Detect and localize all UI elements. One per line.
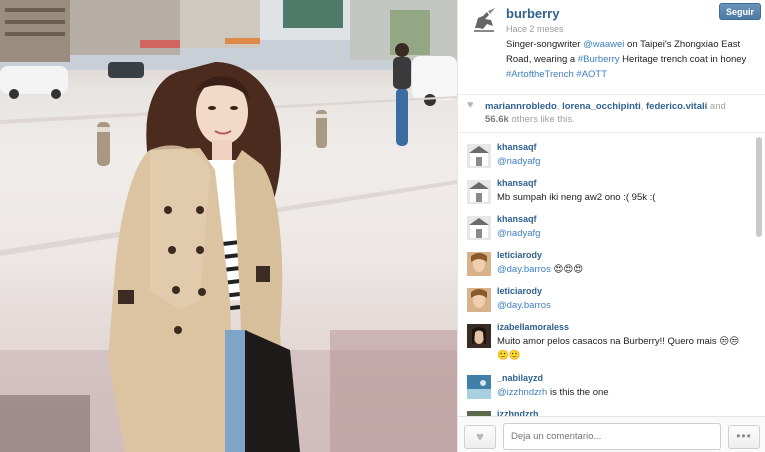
user-avatar[interactable]	[467, 324, 491, 348]
caption-hashtag-link[interactable]: #AOTT	[576, 69, 607, 80]
comment-username[interactable]: leticiarody	[497, 286, 542, 296]
comment-username[interactable]: izzhndzrh	[497, 409, 539, 416]
comment-body: 😍😍😍	[550, 264, 584, 275]
post-photo[interactable]	[0, 0, 457, 452]
comment-username[interactable]: leticiarody	[497, 250, 542, 260]
comment-text: @nadyafg	[497, 227, 747, 241]
comment-mention[interactable]: @day.barros	[497, 264, 551, 275]
follow-button[interactable]: Seguir	[719, 3, 761, 20]
comment-text: @izzhndzrh is this the one	[497, 386, 747, 400]
comment-item: khansaqf @nadyafg	[458, 142, 754, 178]
comment-username[interactable]: khansaqf	[497, 178, 537, 188]
comment-username[interactable]: _nabilayzd	[497, 373, 543, 383]
comment-text: @day.barros 😍😍😍	[497, 263, 747, 277]
caption-hashtag-link[interactable]: #Burberry	[578, 54, 620, 65]
liker-username[interactable]: federico.vitali	[646, 101, 707, 112]
caption-mention-link[interactable]: @waawei	[583, 39, 624, 50]
comment-username[interactable]: izabellamoraless	[497, 322, 569, 332]
user-avatar[interactable]	[467, 180, 491, 204]
comment-username[interactable]: khansaqf	[497, 214, 537, 224]
comment-input[interactable]	[503, 423, 721, 450]
caption-text: Singer-songwriter	[506, 39, 584, 50]
comments-list: khansaqf @nadyafg khansaqf Mb sumpah iki…	[458, 134, 754, 416]
instagram-post-viewer: burberry Hace 2 meses Seguir Singer-song…	[0, 0, 765, 452]
user-avatar[interactable]	[467, 252, 491, 276]
comment-body: Muito amor pelos casacos na Burberry!! Q…	[497, 336, 740, 361]
likes-and: and	[707, 101, 726, 112]
comment-item: khansaqf Mb sumpah iki neng aw2 ono :( 9…	[458, 178, 754, 214]
user-avatar[interactable]	[467, 216, 491, 240]
caption-hashtag-link[interactable]: #ArtoftheTrench	[506, 69, 574, 80]
comment-item: _nabilayzd @izzhndzrh is this the one	[458, 373, 754, 409]
comments-scrollbar[interactable]	[756, 137, 762, 237]
photo-illustration	[0, 0, 457, 452]
likes-count[interactable]: 56.6k	[485, 114, 509, 125]
comment-mention[interactable]: @izzhndzrh	[497, 387, 547, 398]
comment-body: Mb sumpah iki neng aw2 ono :( 95k :(	[497, 192, 656, 203]
comment-mention[interactable]: @nadyafg	[497, 228, 540, 239]
comment-mention[interactable]: @day.barros	[497, 300, 551, 311]
comment-item: izzhndzrh	[458, 409, 754, 416]
more-options-button[interactable]: •••	[728, 425, 760, 449]
comment-text: Mb sumpah iki neng aw2 ono :( 95k :(	[497, 191, 747, 205]
heart-icon: ♥	[467, 99, 474, 111]
user-avatar[interactable]	[467, 144, 491, 168]
comment-footer: ♥ •••	[458, 416, 765, 452]
comment-text: Muito amor pelos casacos na Burberry!! Q…	[497, 335, 747, 363]
post-header: burberry Hace 2 meses Seguir Singer-song…	[458, 0, 765, 95]
burberry-knight-logo-icon[interactable]	[469, 6, 499, 36]
post-timestamp: Hace 2 meses	[506, 24, 564, 34]
user-avatar[interactable]	[467, 288, 491, 312]
comment-body: is this the one	[547, 387, 609, 398]
post-caption: Singer-songwriter @waawei on Taipei's Zh…	[506, 37, 762, 82]
likes-summary: ♥ mariannrobledo, lorena_occhipinti, fed…	[458, 96, 765, 133]
ellipsis-icon: •••	[736, 429, 752, 443]
likes-text: mariannrobledo, lorena_occhipinti, feder…	[485, 100, 745, 126]
like-button[interactable]: ♥	[464, 425, 496, 449]
comment-item: leticiarody @day.barros	[458, 286, 754, 322]
comment-text: @day.barros	[497, 299, 747, 313]
comment-item: leticiarody @day.barros 😍😍😍	[458, 250, 754, 286]
comment-mention[interactable]: @nadyafg	[497, 156, 540, 167]
user-avatar[interactable]	[467, 375, 491, 399]
comment-item: khansaqf @nadyafg	[458, 214, 754, 250]
likes-rest: others like this.	[508, 114, 575, 125]
post-sidebar: burberry Hace 2 meses Seguir Singer-song…	[457, 0, 765, 452]
post-author-username[interactable]: burberry	[506, 6, 559, 21]
comment-item: izabellamoraless Muito amor pelos casaco…	[458, 322, 754, 374]
comment-text: @nadyafg	[497, 155, 747, 169]
caption-text: Heritage trench coat in honey	[619, 54, 747, 65]
liker-username[interactable]: lorena_occhipinti	[562, 101, 641, 112]
liker-username[interactable]: mariannrobledo	[485, 101, 557, 112]
comment-username[interactable]: khansaqf	[497, 142, 537, 152]
heart-icon: ♥	[476, 429, 484, 444]
